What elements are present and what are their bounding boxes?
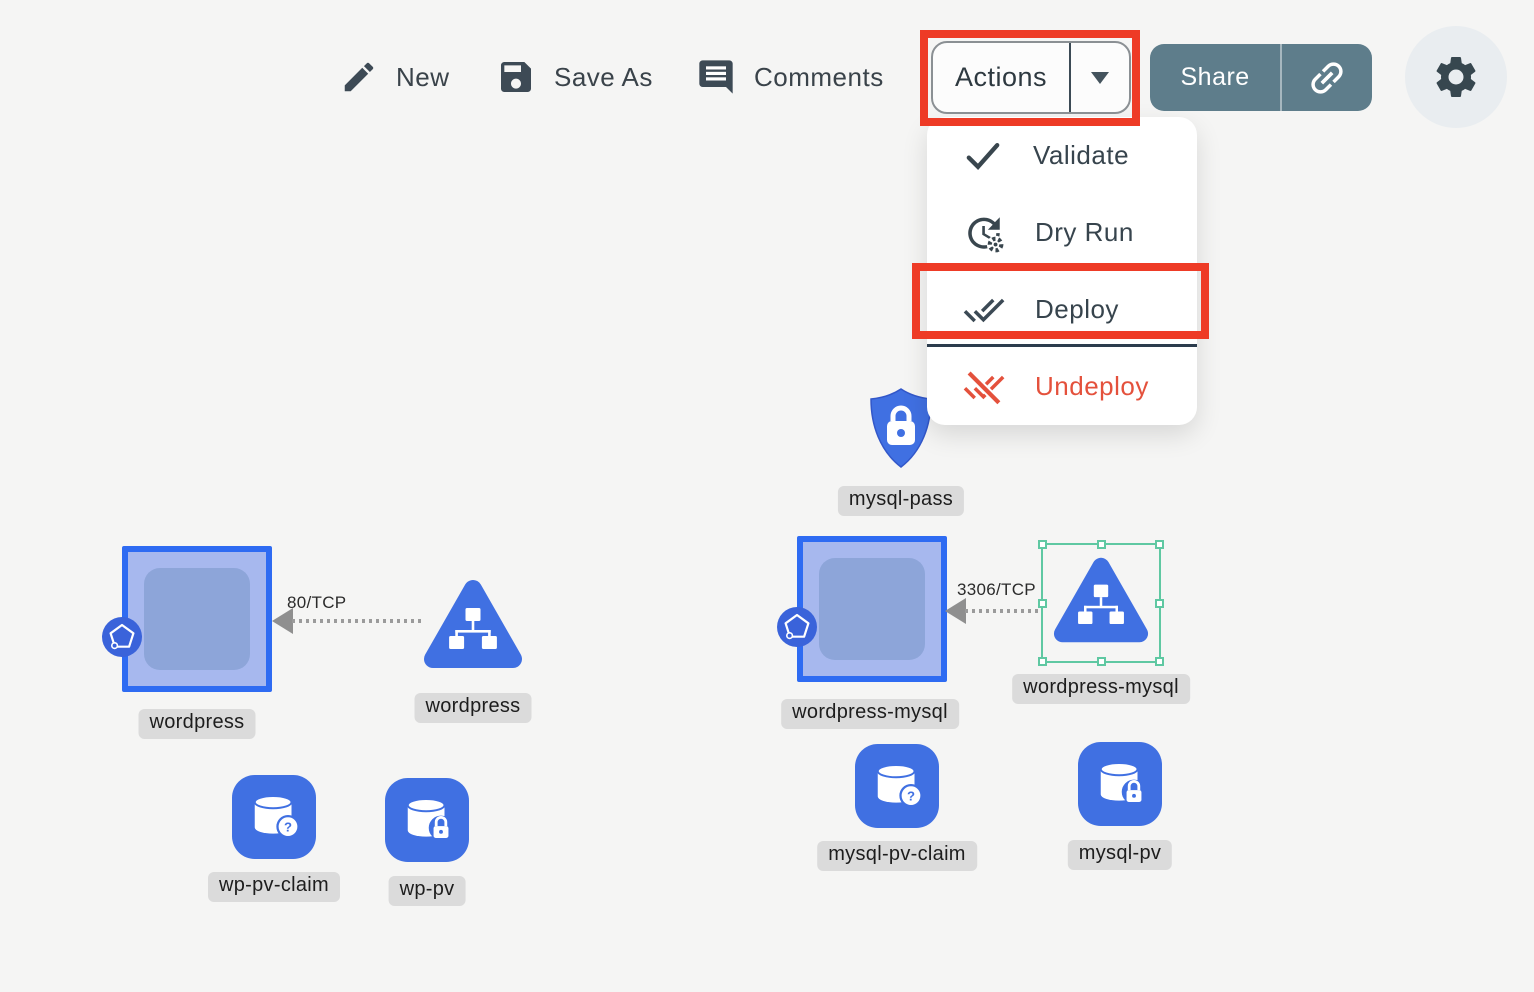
pod-inner-square [819,558,925,660]
node-label-service-wordpress-mysql: wordpress-mysql [1012,674,1190,704]
app-canvas-screen: New Save As Comments Actions Share Valid… [0,0,1534,992]
edge-label-80-tcp: 80/TCP [287,593,346,613]
storage-question-icon[interactable] [232,775,316,859]
caret-down-icon [1091,72,1109,84]
node-label-pvc-mysql: mysql-pv-claim [817,841,977,871]
actions-button[interactable]: Actions [931,41,1131,114]
resize-handle-n[interactable] [1097,540,1106,549]
pod-icon [102,617,142,657]
gear-icon [1431,52,1481,102]
dry-run-icon [963,212,1005,254]
edge-wordpress-service[interactable] [292,619,423,623]
node-label-pvc-wp: wp-pv-claim [208,872,340,902]
share-button[interactable]: Share [1150,44,1372,111]
comments-icon [696,57,736,97]
selection-box[interactable] [1041,543,1161,663]
pod-inner-square [144,568,250,670]
node-label-pv-mysql: mysql-pv [1068,840,1172,870]
comments-button[interactable]: Comments [696,55,884,99]
pod-icon [777,607,817,647]
menu-item-dry-run-label: Dry Run [1035,217,1134,248]
actions-button-label[interactable]: Actions [933,43,1069,112]
edge-label-3306-tcp: 3306/TCP [957,580,1036,600]
resize-handle-ne[interactable] [1155,540,1164,549]
copy-link-button[interactable] [1280,44,1372,111]
service-icon[interactable] [423,575,523,675]
new-button[interactable]: New [340,55,450,99]
save-as-button-label: Save As [554,62,653,93]
menu-item-dry-run[interactable]: Dry Run [927,194,1197,271]
save-icon [496,57,536,97]
menu-item-deploy[interactable]: Deploy [927,271,1197,348]
menu-item-undeploy-label: Undeploy [1035,371,1149,402]
storage-lock-icon[interactable] [1078,742,1162,826]
double-check-slash-icon [963,366,1005,408]
link-icon [1305,56,1349,100]
deployment-node-wordpress-mysql[interactable] [797,536,947,682]
check-icon [963,136,1003,176]
edge-arrowhead [272,608,293,634]
actions-dropdown-toggle[interactable] [1069,43,1129,112]
actions-menu: Validate Dry Run Deploy Undeploy [927,117,1197,425]
resize-handle-nw[interactable] [1038,540,1047,549]
resize-handle-sw[interactable] [1038,657,1047,666]
node-label-deployment-wordpress: wordpress [139,709,256,739]
edge-arrowhead [945,598,966,624]
resize-handle-se[interactable] [1155,657,1164,666]
menu-item-validate[interactable]: Validate [927,117,1197,194]
node-label-pv-wp: wp-pv [389,876,466,906]
pencil-icon [340,58,378,96]
node-label-secret: mysql-pass [838,486,964,516]
menu-item-deploy-label: Deploy [1035,294,1119,325]
menu-divider [927,344,1197,347]
deployment-node-wordpress[interactable] [122,546,272,692]
storage-lock-icon[interactable] [385,778,469,862]
storage-question-icon[interactable] [855,744,939,828]
menu-item-validate-label: Validate [1033,140,1129,171]
node-label-service-wordpress: wordpress [415,693,532,723]
settings-button[interactable] [1405,26,1507,128]
comments-button-label: Comments [754,62,884,93]
resize-handle-s[interactable] [1097,657,1106,666]
resize-handle-e[interactable] [1155,599,1164,608]
share-button-label[interactable]: Share [1150,44,1280,111]
save-as-button[interactable]: Save As [496,55,653,99]
node-label-deployment-wordpress-mysql: wordpress-mysql [781,699,959,729]
double-check-icon [963,289,1005,331]
menu-item-undeploy[interactable]: Undeploy [927,348,1197,425]
resize-handle-w[interactable] [1038,599,1047,608]
new-button-label: New [396,62,450,93]
edge-mysql-service[interactable] [965,609,1043,613]
